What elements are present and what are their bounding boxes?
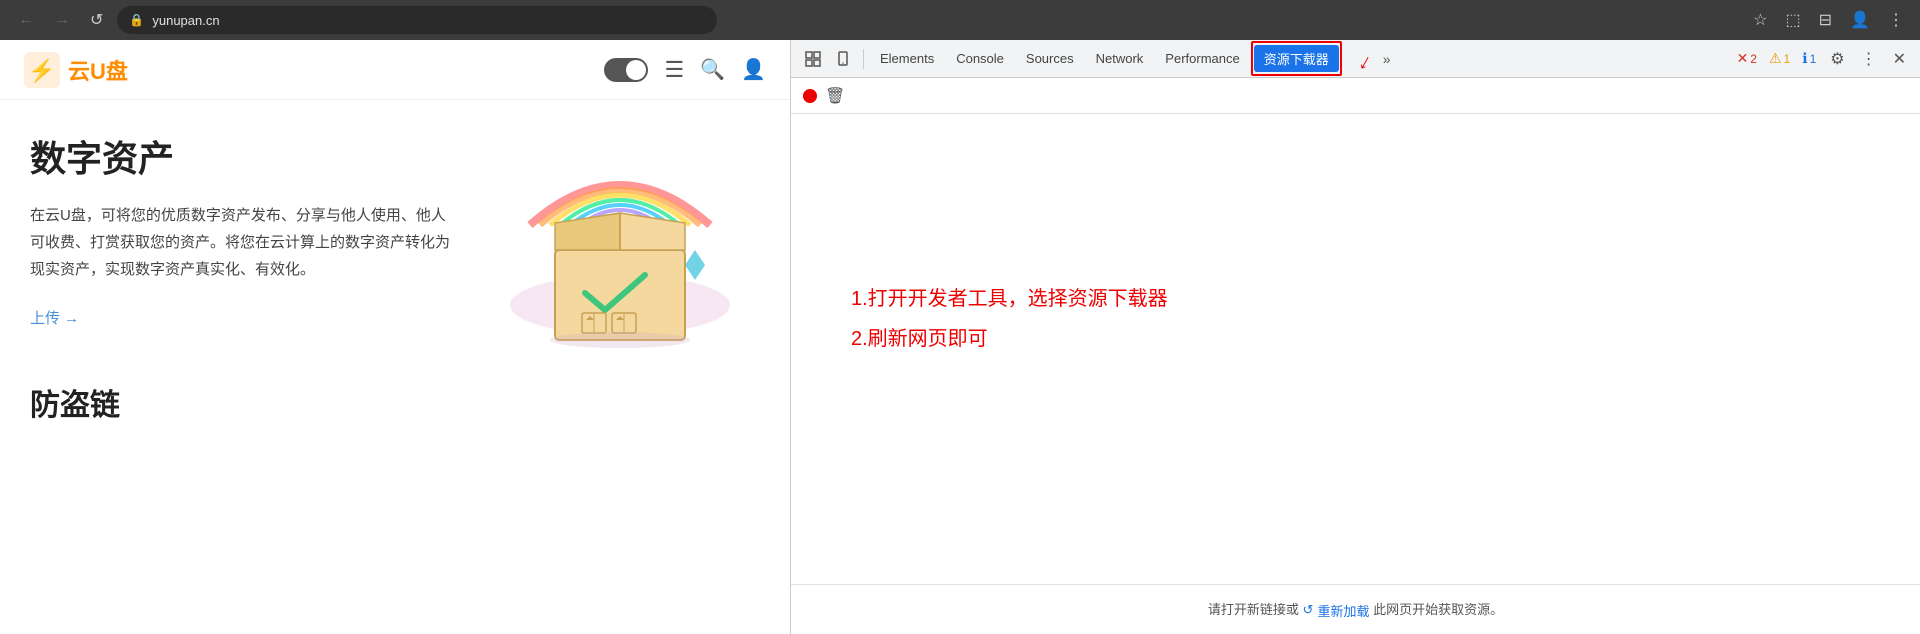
reload-text: 重新加载 — [1317, 601, 1369, 620]
dark-mode-toggle[interactable]: ☽ — [604, 58, 648, 82]
extensions-button[interactable]: ⬚ — [1782, 6, 1805, 34]
devtools-body: 1.打开开发者工具，选择资源下载器 2.刷新网页即可 — [791, 114, 1920, 584]
bookmark-button[interactable]: ☆ — [1749, 6, 1771, 34]
device-icon — [835, 51, 851, 67]
tab-sources[interactable]: Sources — [1016, 45, 1084, 72]
info-icon: ℹ — [1802, 50, 1807, 67]
moon-icon: ☽ — [633, 63, 644, 77]
logo-icon: ⚡ — [24, 52, 60, 88]
devtools-sub-toolbar: 🗑 — [791, 78, 1920, 114]
hero-title: 数字资产 — [30, 130, 460, 182]
website-panel: ⚡ 云U盘 ☽ ☰ 🔍 👤 数字资产 在云U盘，可将您的优质数字资产发布、分享与… — [0, 40, 790, 634]
reload-icon: ↺ — [1303, 602, 1314, 618]
url-text: yunupan.cn — [152, 13, 219, 28]
tab-resource-downloader-wrapper: 资源下载器 ↓ — [1254, 45, 1339, 72]
info-count-button[interactable]: ℹ 1 — [1798, 48, 1820, 69]
warning-icon: ⚠ — [1769, 50, 1782, 67]
header-actions: ☽ ☰ 🔍 👤 — [604, 57, 766, 83]
hero-section: 数字资产 在云U盘，可将您的优质数字资产发布、分享与他人使用、他人可收费、打赏获… — [30, 130, 760, 360]
error-count: 2 — [1750, 52, 1757, 66]
red-arrow: ↓ — [1354, 48, 1377, 76]
menu-icon[interactable]: ☰ — [664, 57, 684, 83]
tab-console[interactable]: Console — [946, 45, 1014, 72]
devtools-panel: Elements Console Sources Network Perform… — [790, 40, 1920, 634]
empty-state-text: 请打开新链接或 ↺ 重新加载 此网页开始获取资源。 — [1208, 599, 1503, 620]
error-count-button[interactable]: ✕ 2 — [1733, 48, 1761, 69]
warning-count-button[interactable]: ⚠ 1 — [1765, 48, 1794, 69]
refresh-button[interactable]: ↺ — [84, 6, 109, 34]
devtools-bottom: 请打开新链接或 ↺ 重新加载 此网页开始获取资源。 — [791, 584, 1920, 634]
error-icon: ✕ — [1737, 50, 1749, 67]
split-button[interactable]: ⊟ — [1815, 6, 1836, 34]
record-button[interactable] — [803, 89, 817, 103]
devtools-toolbar: Elements Console Sources Network Perform… — [791, 40, 1920, 78]
hero-text: 数字资产 在云U盘，可将您的优质数字资产发布、分享与他人使用、他人可收费、打赏获… — [30, 130, 460, 328]
device-toolbar-button[interactable] — [829, 47, 857, 71]
chrome-actions: ☆ ⬚ ⊟ 👤 ⋮ — [1749, 6, 1908, 34]
instruction-line1: 1.打开开发者工具，选择资源下载器 — [851, 279, 1168, 319]
clear-button[interactable]: 🗑 — [825, 86, 845, 106]
site-header: ⚡ 云U盘 ☽ ☰ 🔍 👤 — [0, 40, 790, 100]
hero-image — [480, 130, 760, 360]
browser-chrome: ← → ↺ 🔒 yunupan.cn ☆ ⬚ ⊟ 👤 ⋮ — [0, 0, 1920, 40]
menu-button[interactable]: ⋮ — [1884, 6, 1908, 34]
info-count: 1 — [1810, 52, 1817, 66]
tab-performance[interactable]: Performance — [1155, 45, 1249, 72]
inspect-icon — [805, 51, 821, 67]
search-icon[interactable]: 🔍 — [700, 57, 725, 82]
address-bar[interactable]: 🔒 yunupan.cn — [117, 6, 717, 34]
inspect-element-button[interactable] — [799, 47, 827, 71]
more-tabs-button[interactable]: » — [1377, 47, 1397, 71]
box-illustration — [490, 135, 750, 355]
hero-desc: 在云U盘，可将您的优质数字资产发布、分享与他人使用、他人可收费、打赏获取您的资产… — [30, 202, 460, 283]
profile-button[interactable]: 👤 — [1846, 6, 1874, 34]
toolbar-separator — [863, 49, 864, 69]
devtools-actions: ✕ 2 ⚠ 1 ℹ 1 ⚙ ⋮ ✕ — [1733, 45, 1912, 73]
devtools-close-button[interactable]: ✕ — [1887, 45, 1912, 73]
tab-elements[interactable]: Elements — [870, 45, 944, 72]
upload-link[interactable]: 上传 → — [30, 310, 79, 327]
user-icon[interactable]: 👤 — [741, 57, 766, 82]
instruction-line2: 2.刷新网页即可 — [851, 319, 1168, 359]
site-content: 数字资产 在云U盘，可将您的优质数字资产发布、分享与他人使用、他人可收费、打赏获… — [0, 100, 790, 634]
tab-resource-downloader[interactable]: 资源下载器 — [1254, 45, 1339, 72]
section2-title: 防盗链 — [30, 380, 760, 424]
main-container: ⚡ 云U盘 ☽ ☰ 🔍 👤 数字资产 在云U盘，可将您的优质数字资产发布、分享与… — [0, 40, 1920, 634]
devtools-settings-button[interactable]: ⚙ — [1824, 45, 1850, 73]
forward-button[interactable]: → — [48, 7, 76, 33]
tab-network[interactable]: Network — [1086, 45, 1154, 72]
lock-icon: 🔒 — [129, 13, 144, 27]
svg-text:⚡: ⚡ — [28, 58, 55, 84]
logo-text: 云U盘 — [68, 54, 128, 86]
back-button[interactable]: ← — [12, 7, 40, 33]
devtools-content: 🗑 1.打开开发者工具，选择资源下载器 2.刷新网页即可 请打开新链接或 ↺ 重… — [791, 78, 1920, 634]
empty-suffix: 此网页开始获取资源。 — [1373, 602, 1503, 617]
devtools-kebab-button[interactable]: ⋮ — [1855, 45, 1883, 73]
instruction-text: 1.打开开发者工具，选择资源下载器 2.刷新网页即可 — [851, 279, 1168, 359]
reload-link[interactable]: ↺ 重新加载 — [1303, 601, 1370, 620]
site-logo: ⚡ 云U盘 — [24, 52, 128, 88]
warning-count: 1 — [1784, 52, 1791, 66]
